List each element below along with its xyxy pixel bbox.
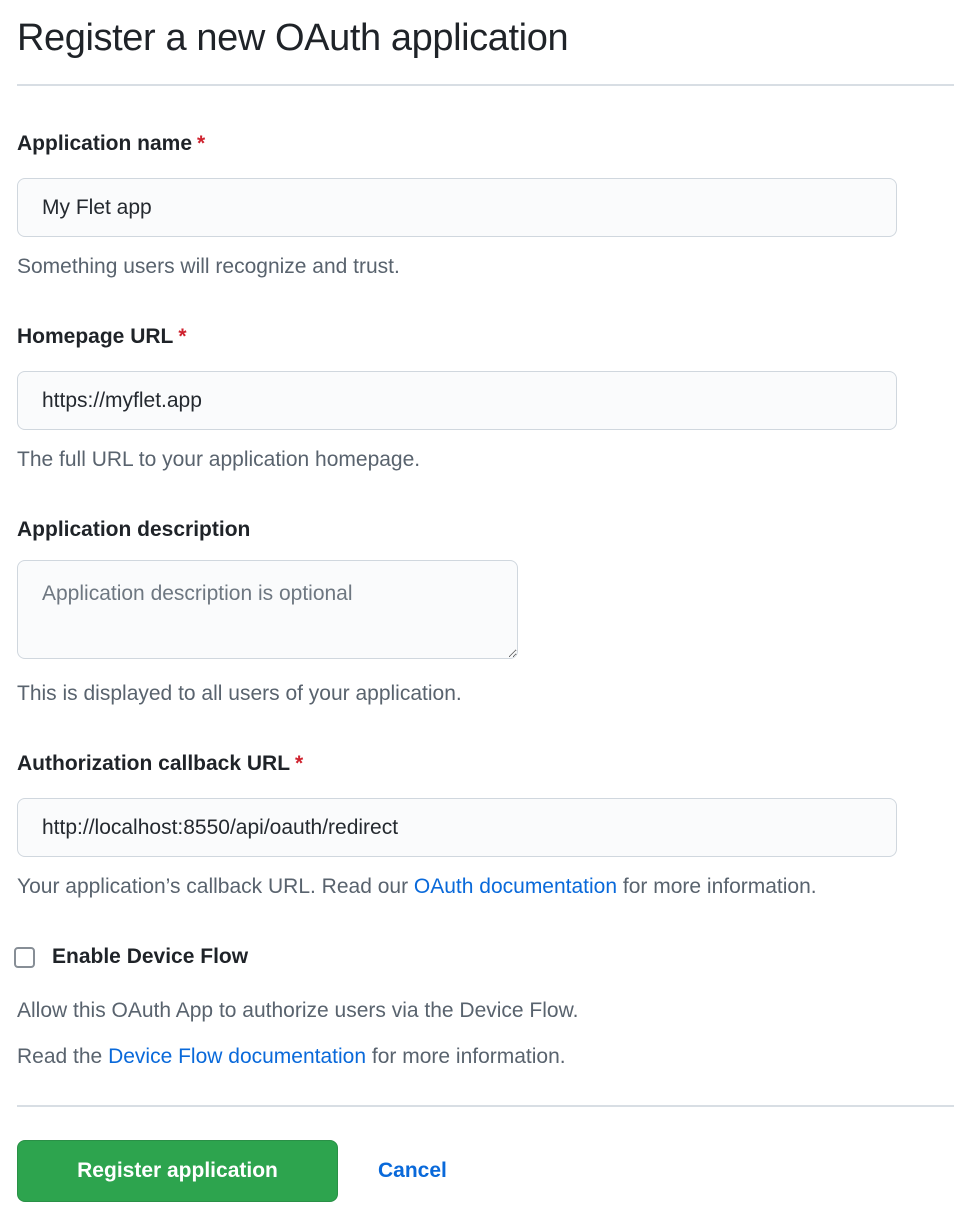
form-actions: Register application Cancel [17, 1140, 954, 1202]
required-asterisk: * [295, 752, 303, 775]
page-title: Register a new OAuth application [17, 14, 954, 62]
device-flow-group: Enable Device Flow Allow this OAuth App … [17, 945, 954, 1069]
homepage-url-help: The full URL to your application homepag… [17, 448, 954, 472]
enable-device-flow-label[interactable]: Enable Device Flow [52, 945, 248, 969]
required-asterisk: * [178, 325, 186, 348]
footer-divider [17, 1105, 954, 1107]
callback-url-input[interactable] [17, 798, 897, 857]
oauth-register-page: Register a new OAuth application Applica… [0, 0, 954, 1211]
callback-url-label: Authorization callback URL* [17, 752, 954, 776]
homepage-url-input[interactable] [17, 371, 897, 430]
homepage-url-label: Homepage URL* [17, 325, 954, 349]
required-asterisk: * [197, 132, 205, 155]
callback-url-group: Authorization callback URL* Your applica… [17, 752, 954, 899]
application-description-label: Application description [17, 518, 954, 542]
application-name-input[interactable] [17, 178, 897, 237]
application-description-textarea[interactable] [17, 560, 518, 659]
cancel-link[interactable]: Cancel [378, 1159, 447, 1183]
homepage-url-group: Homepage URL* The full URL to your appli… [17, 325, 954, 472]
application-description-help: This is displayed to all users of your a… [17, 682, 954, 706]
oauth-documentation-link[interactable]: OAuth documentation [414, 875, 617, 898]
device-flow-documentation-link[interactable]: Device Flow documentation [108, 1045, 366, 1068]
application-name-group: Application name* Something users will r… [17, 132, 954, 279]
device-flow-help: Allow this OAuth App to authorize users … [17, 999, 954, 1023]
page-header: Register a new OAuth application [17, 0, 954, 86]
callback-url-help: Your application’s callback URL. Read ou… [17, 875, 954, 899]
application-name-help: Something users will recognize and trust… [17, 255, 954, 279]
application-name-label: Application name* [17, 132, 954, 156]
device-flow-read-note: Read the Device Flow documentation for m… [17, 1045, 954, 1069]
register-application-button[interactable]: Register application [17, 1140, 338, 1202]
enable-device-flow-checkbox[interactable] [14, 947, 35, 968]
application-description-group: Application description This is displaye… [17, 518, 954, 706]
